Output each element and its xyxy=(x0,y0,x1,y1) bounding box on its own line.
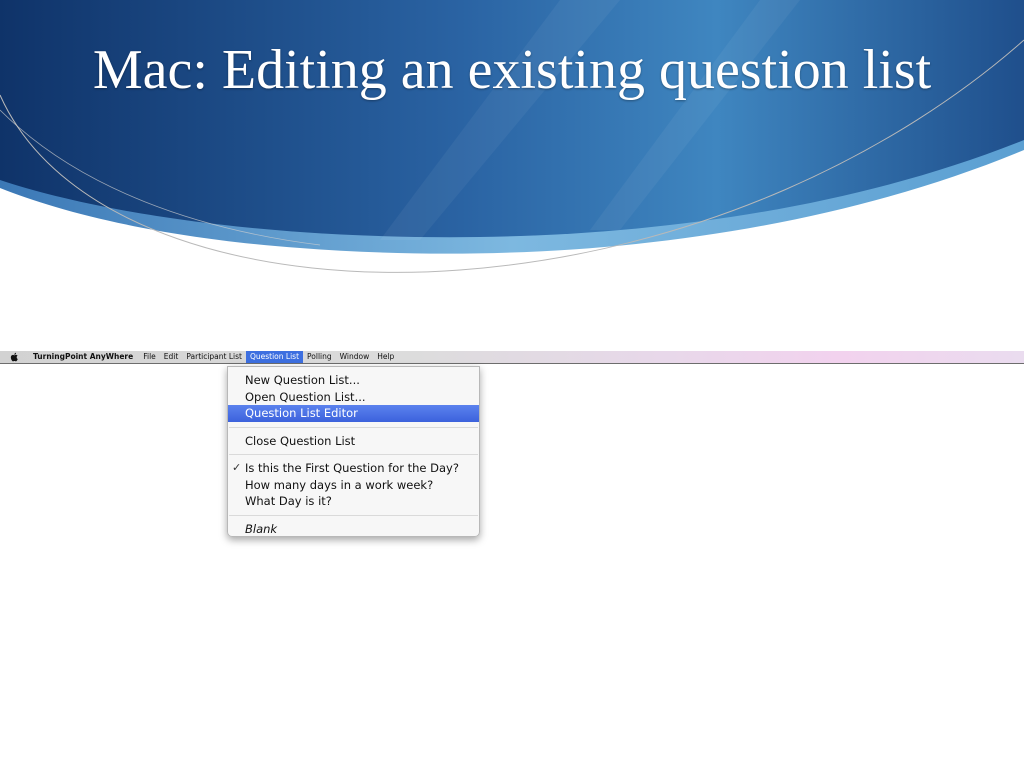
menu-item-question-first[interactable]: ✓ Is this the First Question for the Day… xyxy=(228,460,479,477)
menu-item-question-what-day[interactable]: What Day is it? xyxy=(228,493,479,510)
menu-separator xyxy=(229,514,478,516)
menu-item-label: Close Question List xyxy=(245,433,356,448)
menu-item-label: What Day is it? xyxy=(245,494,332,508)
menu-separator xyxy=(229,426,478,428)
menu-participant-list[interactable]: Participant List xyxy=(182,351,246,363)
question-list-dropdown: New Question List... Open Question List.… xyxy=(227,366,480,537)
mac-menu-bar: TurningPoint AnyWhere File Edit Particip… xyxy=(0,351,1024,364)
checkmark-icon: ✓ xyxy=(232,461,242,474)
menu-item-blank[interactable]: Blank xyxy=(228,521,479,538)
menu-item-label: New Question List... xyxy=(245,373,360,387)
menu-file[interactable]: File xyxy=(139,351,160,363)
menu-item-question-days-week[interactable]: How many days in a work week? xyxy=(228,477,479,494)
apple-icon[interactable] xyxy=(9,352,19,362)
menu-item-label: Question List Editor xyxy=(245,406,358,420)
menu-window[interactable]: Window xyxy=(336,351,374,363)
menu-item-question-list-editor[interactable]: Question List Editor xyxy=(228,405,479,422)
menu-polling[interactable]: Polling xyxy=(303,351,336,363)
slide-title: Mac: Editing an existing question list xyxy=(92,39,932,101)
menu-edit[interactable]: Edit xyxy=(160,351,183,363)
menu-help[interactable]: Help xyxy=(373,351,398,363)
menu-item-label: Is this the First Question for the Day? xyxy=(245,461,459,475)
menu-separator xyxy=(229,454,478,455)
menu-turningpoint-anywhere[interactable]: TurningPoint AnyWhere xyxy=(29,351,139,363)
menu-item-new-question-list[interactable]: New Question List... xyxy=(228,372,479,389)
menu-item-close-question-list[interactable]: Close Question List xyxy=(228,433,479,450)
menu-item-label: Blank xyxy=(245,521,278,536)
menu-item-open-question-list[interactable]: Open Question List... xyxy=(228,389,479,406)
menu-item-label: Open Question List... xyxy=(245,389,366,404)
menu-item-label: How many days in a work week? xyxy=(245,477,434,492)
menu-question-list[interactable]: Question List xyxy=(245,351,304,363)
